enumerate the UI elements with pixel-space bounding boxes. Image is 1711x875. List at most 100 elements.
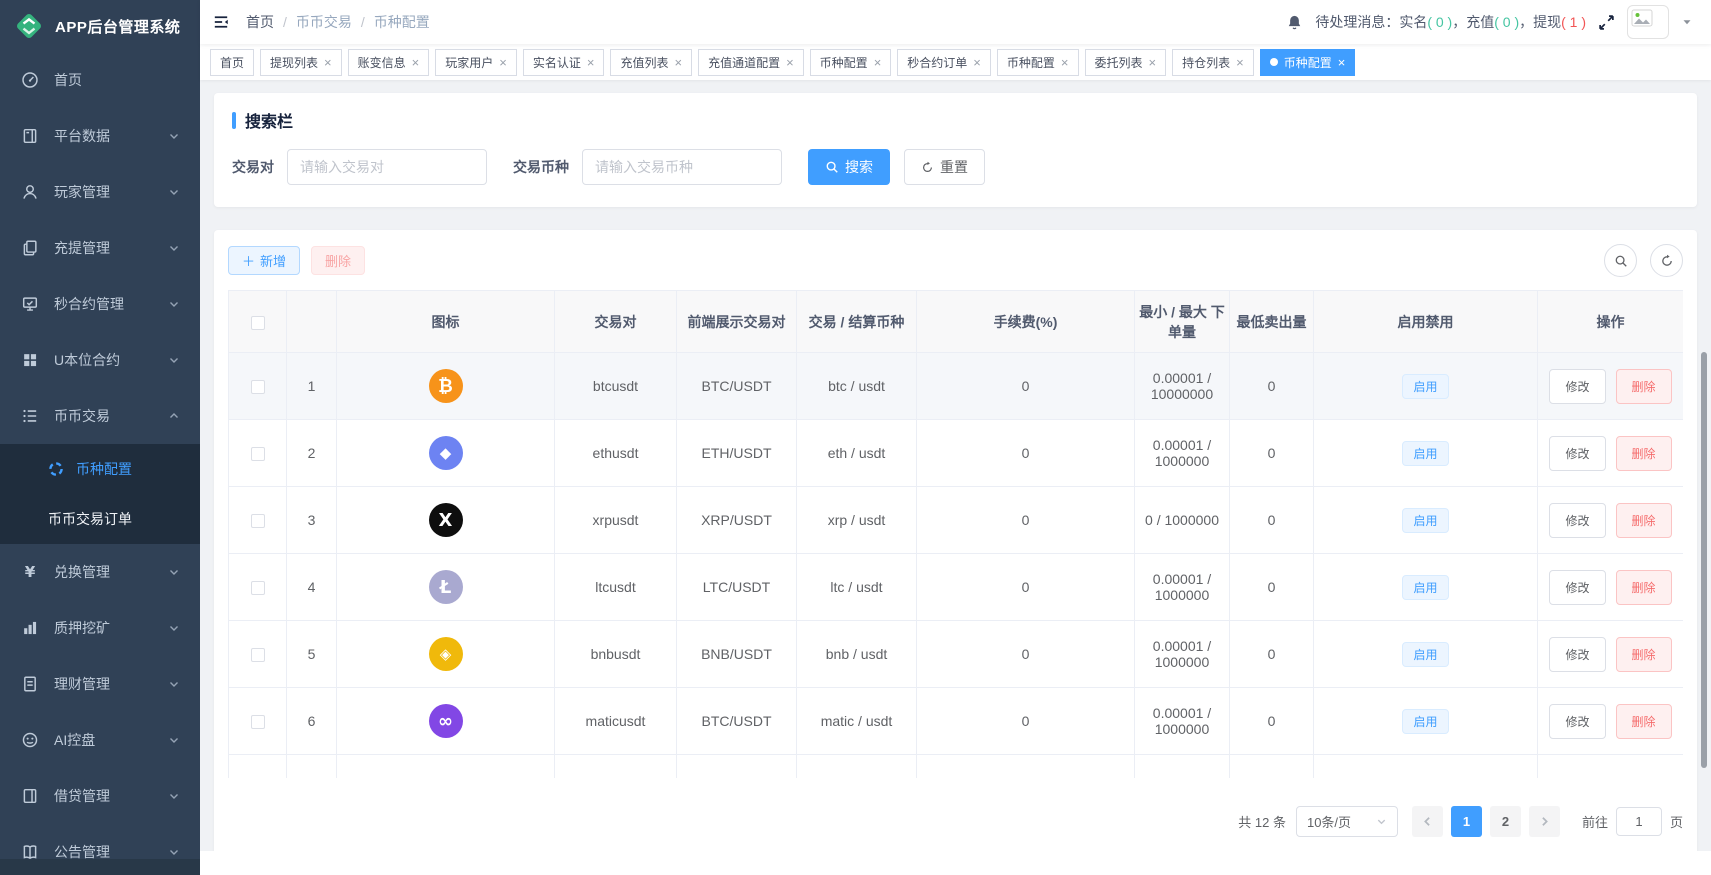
select-all-checkbox[interactable]: [250, 315, 265, 330]
enable-badge[interactable]: 启用: [1402, 373, 1449, 399]
delete-button[interactable]: 删除: [1615, 502, 1672, 538]
tab-4[interactable]: 实名认证 ×: [522, 48, 605, 76]
row-display-pair-cell: BNB/USDT: [676, 620, 797, 688]
row-checkbox[interactable]: [250, 581, 265, 596]
sidebar-item-spot-trade[interactable]: 币币交易: [0, 388, 200, 444]
user-icon: [20, 183, 40, 201]
avatar[interactable]: [1627, 5, 1669, 39]
sidebar-item-wealth-manage[interactable]: 理财管理: [0, 656, 200, 712]
sidebar-item-loan-manage[interactable]: 借贷管理: [0, 768, 200, 824]
sidebar-item-platform-data[interactable]: 平台数据: [0, 108, 200, 164]
delete-button[interactable]: 删除: [1615, 703, 1672, 739]
collapse-menu-icon[interactable]: [212, 13, 230, 31]
caret-down-icon[interactable]: [1681, 16, 1693, 28]
edit-button[interactable]: 修改: [1549, 703, 1606, 739]
search-button[interactable]: 搜索: [808, 149, 890, 185]
tab-3[interactable]: 玩家用户 ×: [435, 48, 517, 76]
sidebar-item-seconds-contract[interactable]: 秒合约管理: [0, 276, 200, 332]
edit-button[interactable]: 修改: [1549, 368, 1606, 404]
prev-page-button[interactable]: [1411, 806, 1443, 837]
delete-button[interactable]: 删除: [1615, 435, 1672, 471]
enable-badge[interactable]: 启用: [1402, 574, 1449, 600]
row-checkbox[interactable]: [250, 715, 265, 730]
row-checkbox[interactable]: [250, 648, 265, 663]
pair-input[interactable]: [287, 149, 487, 185]
sidebar-item-coin-config[interactable]: 币种配置: [0, 444, 200, 494]
fullscreen-icon[interactable]: [1598, 14, 1615, 31]
bulk-delete-button[interactable]: 删除: [311, 246, 366, 275]
breadcrumb-item[interactable]: 首页: [246, 12, 274, 32]
close-icon[interactable]: ×: [786, 56, 794, 69]
coin-input[interactable]: [582, 149, 782, 185]
table-refresh-button[interactable]: [1650, 244, 1683, 277]
sidebar-item-spot-orders[interactable]: 币币交易订单: [0, 494, 200, 544]
next-page-button[interactable]: [1528, 806, 1560, 837]
tab-8[interactable]: 秒合约订单 ×: [897, 48, 991, 76]
tab-0[interactable]: 首页: [210, 48, 255, 76]
close-icon[interactable]: ×: [1236, 56, 1244, 69]
tab-label: 首页: [220, 55, 245, 70]
table-search-button[interactable]: [1604, 244, 1637, 277]
bell-icon[interactable]: [1286, 14, 1303, 31]
sidebar-item-staking-mining[interactable]: 质押挖矿: [0, 600, 200, 656]
sidebar-subitem-label: 币币交易订单: [48, 511, 132, 527]
close-icon[interactable]: ×: [1061, 56, 1069, 69]
close-icon[interactable]: ×: [973, 56, 981, 69]
edit-button[interactable]: 修改: [1549, 435, 1606, 471]
tab-6[interactable]: 充值通道配置 ×: [698, 48, 804, 76]
pending-item-name: 充值: [1466, 14, 1495, 30]
row-checkbox[interactable]: [250, 380, 265, 395]
goto-page-input[interactable]: [1615, 807, 1662, 836]
sidebar-item-exchange-manage[interactable]: ¥ 兑换管理: [0, 544, 200, 600]
row-checkbox[interactable]: [250, 447, 265, 462]
close-icon[interactable]: ×: [412, 56, 420, 69]
edit-button[interactable]: 修改: [1549, 636, 1606, 672]
edit-button[interactable]: 修改: [1549, 569, 1606, 605]
close-icon[interactable]: ×: [674, 56, 682, 69]
tab-11[interactable]: 持仓列表 ×: [1172, 48, 1254, 76]
enable-badge[interactable]: 启用: [1402, 708, 1449, 734]
empty-cell: [1537, 754, 1683, 778]
close-icon[interactable]: ×: [499, 56, 507, 69]
close-icon[interactable]: ×: [874, 56, 882, 69]
tab-5[interactable]: 充值列表 ×: [610, 48, 693, 76]
enable-badge[interactable]: 启用: [1402, 440, 1449, 466]
tab-9[interactable]: 币种配置 ×: [996, 48, 1079, 76]
tab-7[interactable]: 币种配置 ×: [809, 48, 892, 76]
tab-1[interactable]: 提现列表 ×: [260, 48, 342, 76]
close-icon[interactable]: ×: [1149, 56, 1157, 69]
close-icon[interactable]: ×: [324, 56, 332, 69]
tab-2[interactable]: 账变信息 ×: [347, 48, 430, 76]
sidebar-item-player-manage[interactable]: 玩家管理: [0, 164, 200, 220]
delete-button[interactable]: 删除: [1615, 636, 1672, 672]
sidebar-item-home[interactable]: 首页: [0, 52, 200, 108]
tab-10[interactable]: 委托列表 ×: [1084, 48, 1167, 76]
page-size-select[interactable]: 10条/页: [1295, 806, 1398, 837]
data-table-wrap: 图标 交易对 前端展示交易对 交易 / 结算币种 手续费(%) 最小 / 最大 下单量 最低…: [228, 290, 1683, 778]
sidebar-item-label: 币币交易: [54, 408, 110, 424]
sidebar-item-ai-control[interactable]: AI控盘: [0, 712, 200, 768]
vertical-scrollbar[interactable]: [1701, 352, 1707, 768]
search-button-label: 搜索: [845, 159, 873, 175]
delete-button[interactable]: 删除: [1615, 368, 1672, 404]
enable-badge[interactable]: 启用: [1402, 641, 1449, 667]
breadcrumb-item: 币种配置: [373, 14, 430, 30]
row-checkbox[interactable]: [250, 514, 265, 529]
sidebar-item-deposit-manage[interactable]: 充提管理: [0, 220, 200, 276]
sidebar-item-u-contract[interactable]: U本位合约: [0, 332, 200, 388]
close-icon[interactable]: ×: [587, 56, 595, 69]
delete-button[interactable]: 删除: [1615, 569, 1672, 605]
chevron-down-icon: [168, 846, 180, 858]
add-button[interactable]: ＋ 新增: [228, 246, 301, 275]
search-title-text: 搜索栏: [245, 114, 294, 131]
reset-button[interactable]: 重置: [904, 149, 985, 185]
page-button-1[interactable]: 1: [1450, 806, 1482, 837]
row-index-cell: 1: [286, 352, 337, 420]
sidebar-item-notice-manage[interactable]: 公告管理: [0, 824, 200, 875]
enable-badge[interactable]: 启用: [1402, 507, 1449, 533]
close-icon[interactable]: ×: [1338, 56, 1346, 69]
edit-button[interactable]: 修改: [1549, 502, 1606, 538]
tab-active[interactable]: 币种配置 ×: [1259, 48, 1356, 76]
page-button-2[interactable]: 2: [1489, 806, 1521, 837]
page-content: 搜索栏 交易对 交易币种 搜索: [200, 80, 1711, 851]
